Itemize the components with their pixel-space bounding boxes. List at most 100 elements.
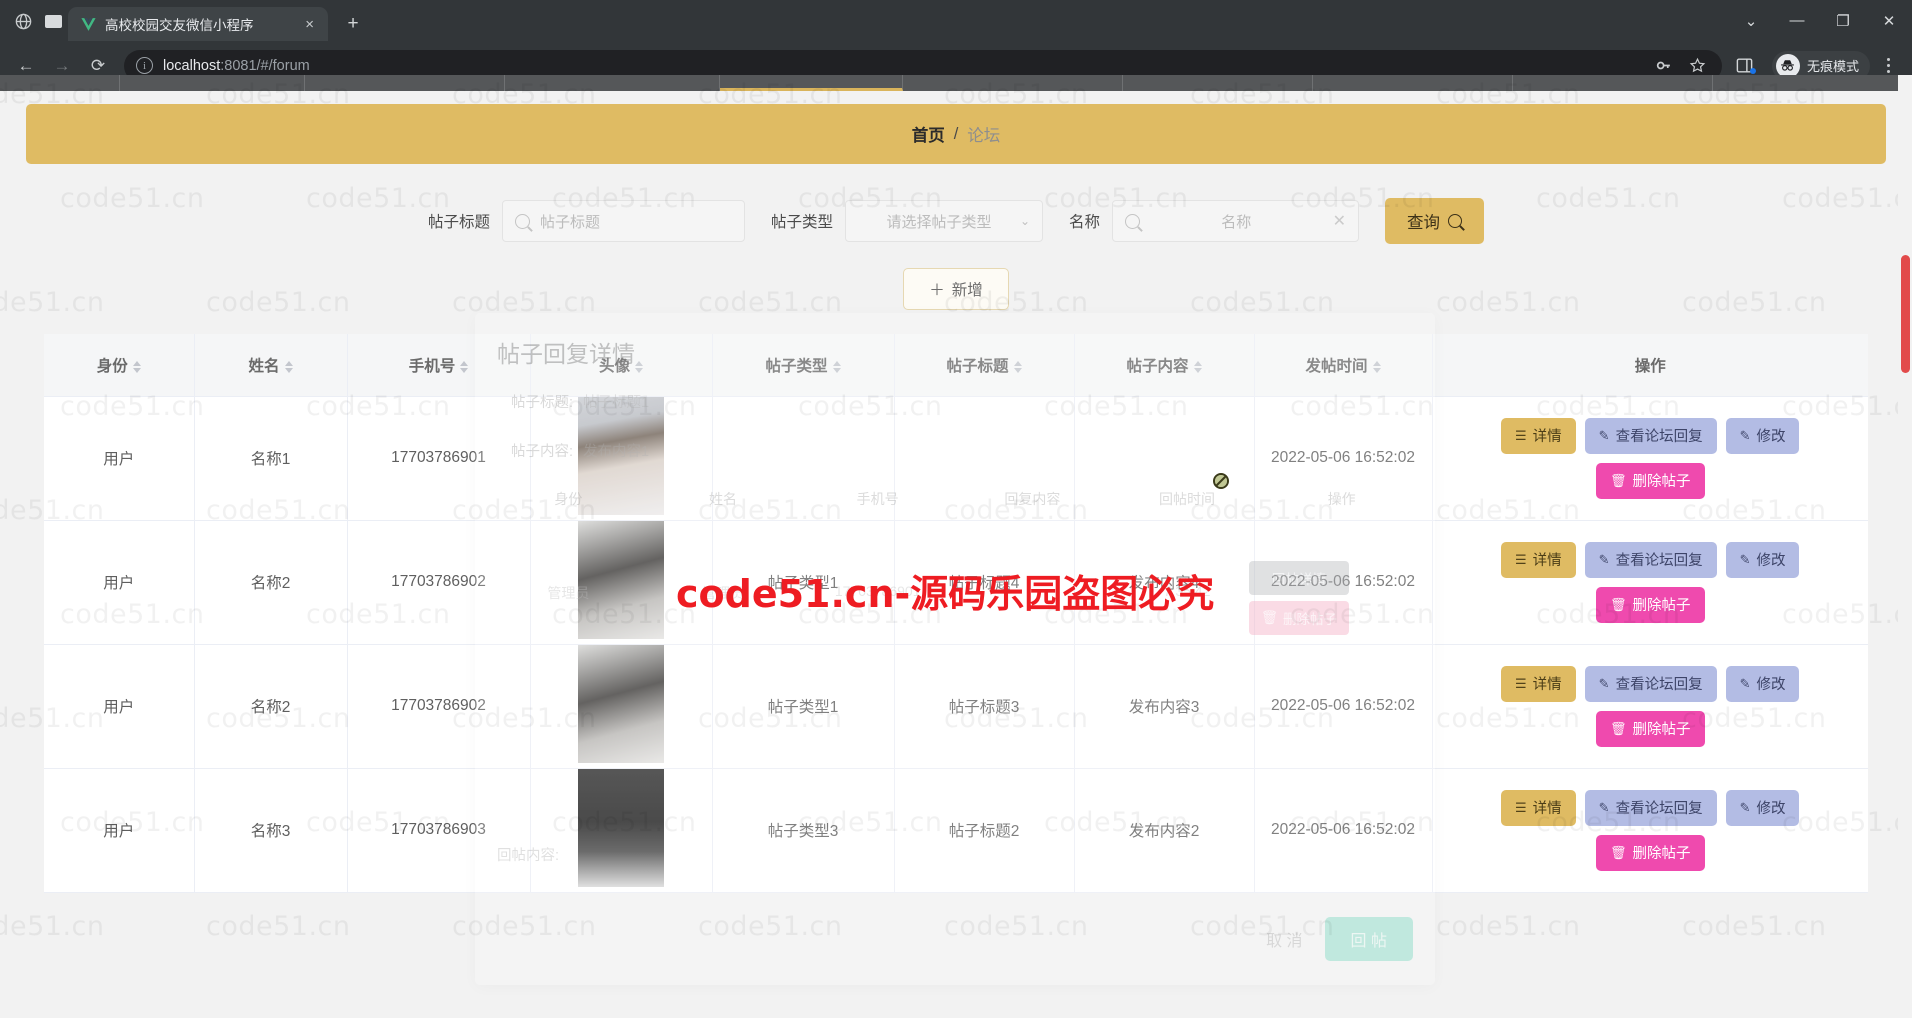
topnav-item[interactable] [0, 75, 120, 91]
col-identity[interactable]: 身份 [44, 334, 195, 397]
dialog-confirm-button[interactable]: 回 帖 [1324, 917, 1413, 961]
pencil-icon: ✎ [1739, 675, 1751, 691]
close-icon[interactable]: × [301, 16, 318, 33]
post-type-select[interactable]: 请选择帖子类型 ⌄ [845, 200, 1043, 242]
dialog-cancel-button[interactable]: 取 消 [1258, 927, 1310, 951]
maximize-icon[interactable]: ❐ [1820, 5, 1866, 37]
edit-label: 修改 [1756, 553, 1786, 569]
view-reply-button[interactable]: ✎ 查看论坛回复 [1584, 417, 1717, 454]
col-avatar[interactable]: 头像 [530, 334, 713, 397]
col-post-content[interactable]: 帖子内容 [1074, 334, 1255, 397]
pencil-icon: ✎ [1598, 799, 1610, 815]
avatar[interactable] [578, 768, 664, 887]
detail-button[interactable]: ☰ 详情 [1501, 789, 1576, 826]
cell-phone: 17703786902 [347, 644, 531, 769]
cell-actions: ☰ 详情 ✎ 查看论坛回复 ✎ 修改 🗑 删除帖子 [1432, 520, 1868, 645]
cell-avatar [530, 520, 713, 645]
cell-post-content: 发布内容4 [1074, 520, 1255, 645]
sort-icon[interactable] [1013, 360, 1022, 373]
cell-post-type [712, 396, 895, 521]
delete-label: 删除帖子 [1632, 846, 1691, 862]
topnav-item[interactable] [120, 75, 305, 91]
cell-post-title: 帖子标题3 [894, 644, 1075, 769]
col-label: 发帖时间 [1305, 357, 1368, 375]
col-post-type[interactable]: 帖子类型 [712, 334, 895, 397]
delete-label: 删除帖子 [1632, 598, 1691, 614]
edit-button[interactable]: ✎ 修改 [1725, 789, 1800, 826]
col-post-title[interactable]: 帖子标题 [894, 334, 1075, 397]
topnav-item-forum[interactable] [720, 75, 903, 91]
cell-name: 名称1 [194, 396, 348, 521]
topnav-item[interactable] [305, 75, 505, 91]
watermark-text: code51.cn [1436, 911, 1581, 942]
name-input[interactable]: 名称 ✕ [1112, 200, 1360, 242]
browser-tab[interactable]: 高校校园交友微信小程序 × [68, 7, 328, 41]
topnav-item[interactable] [1513, 75, 1713, 91]
view-reply-button[interactable]: ✎ 查看论坛回复 [1584, 541, 1717, 578]
edit-button[interactable]: ✎ 修改 [1725, 417, 1800, 454]
clear-circle-icon[interactable]: ✕ [1333, 211, 1346, 231]
view-reply-button[interactable]: ✎ 查看论坛回复 [1584, 665, 1717, 702]
sort-icon[interactable] [284, 360, 293, 373]
page-scrollbar[interactable] [1898, 75, 1912, 1018]
col-label: 操作 [1634, 357, 1666, 375]
post-title-placeholder: 帖子标题 [539, 213, 600, 231]
avatar[interactable] [578, 644, 664, 763]
sort-icon[interactable] [832, 360, 841, 373]
document-icon: ☰ [1515, 799, 1527, 815]
detail-button[interactable]: ☰ 详情 [1501, 541, 1576, 578]
tab-search-icon[interactable] [38, 6, 68, 36]
cell-actions: ☰ 详情 ✎ 查看论坛回复 ✎ 修改 🗑 删除帖子 [1432, 396, 1868, 521]
sort-icon[interactable] [460, 360, 469, 373]
delete-button[interactable]: 🗑 删除帖子 [1595, 586, 1705, 623]
avatar[interactable] [578, 520, 664, 639]
post-title-input[interactable]: 帖子标题 [501, 200, 745, 242]
edit-button[interactable]: ✎ 修改 [1725, 665, 1800, 702]
col-phone[interactable]: 手机号 [347, 334, 531, 397]
minimize-icon[interactable]: — [1774, 5, 1820, 37]
watermark-text: code51.cn [944, 911, 1089, 942]
avatar[interactable] [578, 396, 664, 515]
scrollbar-thumb[interactable] [1901, 255, 1910, 373]
cell-identity: 用户 [44, 768, 195, 893]
cell-post-title [894, 396, 1075, 521]
edit-button[interactable]: ✎ 修改 [1725, 541, 1800, 578]
window-close-icon[interactable]: ✕ [1866, 5, 1912, 37]
sort-icon[interactable] [635, 360, 643, 373]
col-name[interactable]: 姓名 [194, 334, 348, 397]
add-button[interactable]: ＋ 新增 [903, 268, 1009, 310]
delete-button[interactable]: 🗑 删除帖子 [1595, 834, 1705, 871]
cell-name: 名称2 [194, 644, 348, 769]
cell-identity: 用户 [44, 396, 195, 521]
breadcrumb-home[interactable]: 首页 [912, 122, 945, 146]
topnav-item[interactable] [1313, 75, 1513, 91]
table-row: 用户 名称2 17703786902 帖子类型1 帖子标题3 发布内容3 2022-05-0… [44, 644, 1868, 769]
view-reply-button[interactable]: ✎ 查看论坛回复 [1584, 789, 1717, 826]
watermark-text: code51.cn [698, 911, 843, 942]
detail-button[interactable]: ☰ 详情 [1501, 417, 1576, 454]
forum-table: 身份 姓名 手机号 头像 帖子类型 帖子标题 帖子内容 发帖时间 操作 用户 名称… [44, 334, 1868, 893]
cell-actions: ☰ 详情 ✎ 查看论坛回复 ✎ 修改 🗑 删除帖子 [1432, 644, 1868, 769]
delete-button[interactable]: 🗑 删除帖子 [1595, 462, 1705, 499]
kebab-menu-icon[interactable] [1874, 58, 1902, 73]
topnav-item[interactable] [1123, 75, 1313, 91]
edit-label: 修改 [1756, 801, 1786, 817]
table-row: 用户 名称1 17703786901 2022-05-06 16:52:02 ☰ 详情 ✎ 查… [44, 396, 1868, 521]
sort-icon[interactable] [1372, 360, 1381, 373]
cell-post-type: 帖子类型1 [712, 644, 895, 769]
sort-icon[interactable] [1193, 360, 1202, 373]
delete-button[interactable]: 🗑 删除帖子 [1595, 710, 1705, 747]
detail-button[interactable]: ☰ 详情 [1501, 665, 1576, 702]
watermark-text: code51.cn [206, 911, 351, 942]
col-post-time[interactable]: 发帖时间 [1254, 334, 1433, 397]
sort-icon[interactable] [132, 360, 141, 373]
chevron-down-icon[interactable]: ⌄ [1728, 5, 1774, 37]
new-tab-button[interactable]: + [336, 7, 370, 41]
col-label: 帖子内容 [1126, 357, 1189, 375]
topnav-item[interactable] [505, 75, 720, 91]
query-button[interactable]: 查询 [1385, 198, 1485, 244]
topnav-item[interactable] [903, 75, 1123, 91]
breadcrumb: 首页 / 论坛 [26, 104, 1886, 164]
globe-icon[interactable] [8, 6, 38, 36]
info-icon[interactable]: i [136, 57, 153, 74]
